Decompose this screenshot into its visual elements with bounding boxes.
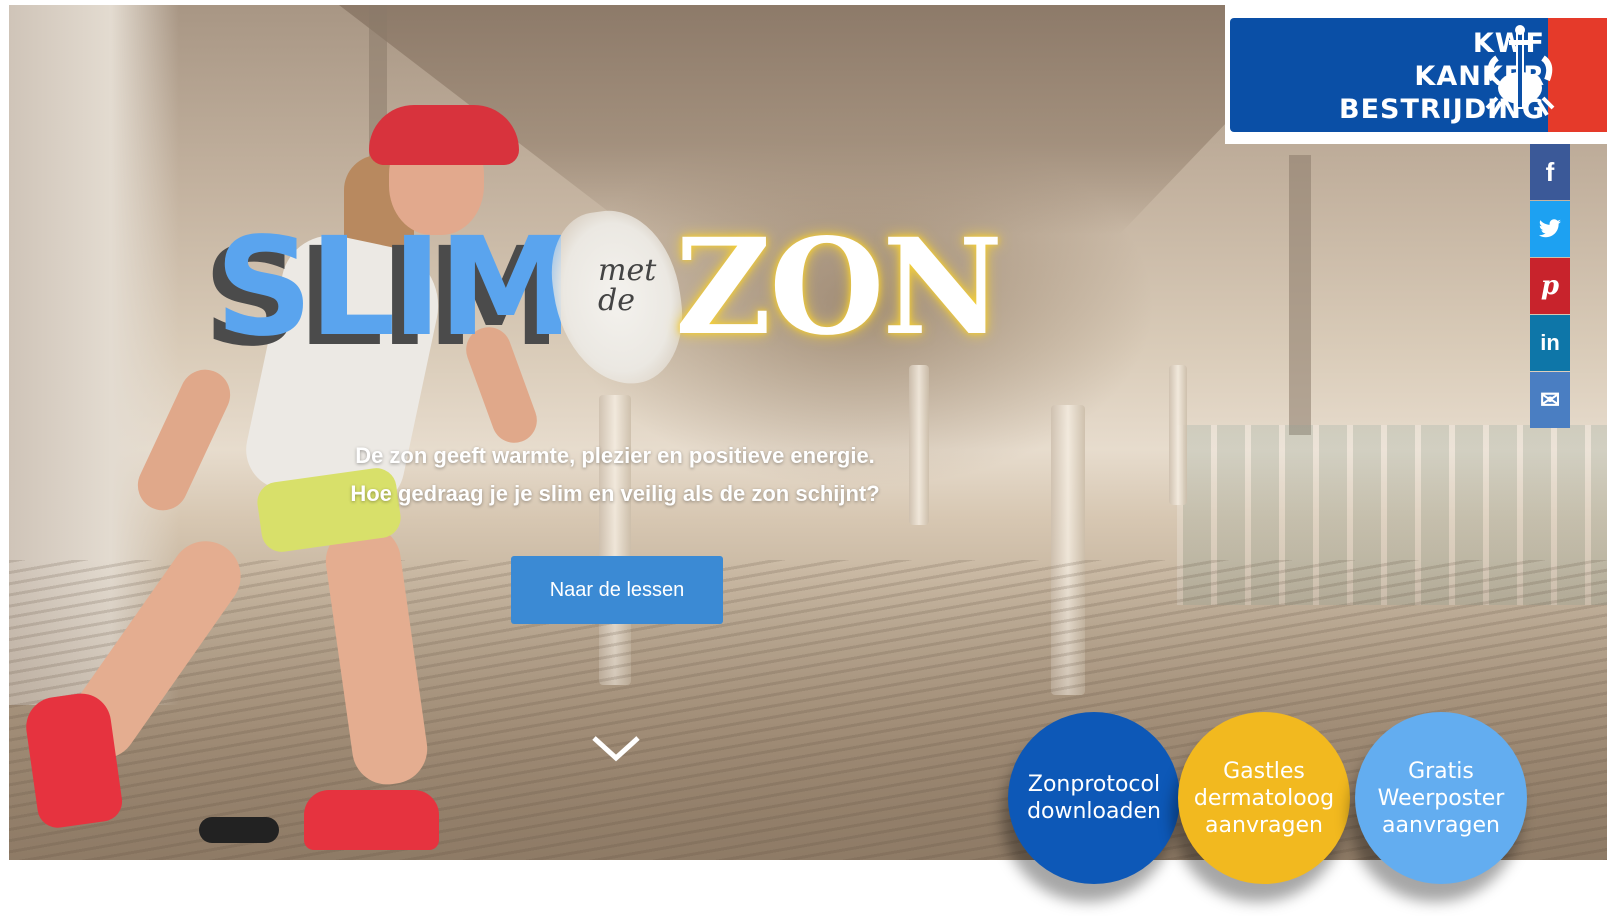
crab-sword-emblem-icon [1485, 25, 1555, 117]
circle-label-line: downloaden [1027, 799, 1161, 824]
email-icon[interactable]: ✉ [1530, 372, 1570, 428]
weather-poster-request-button[interactable]: Gratis Weerposter aanvragen [1355, 712, 1527, 884]
lessons-button[interactable]: Naar de lessen [511, 556, 723, 624]
facebook-icon[interactable]: f [1530, 144, 1570, 200]
hero-subtitle: De zon geeft warmte, plezier en positiev… [310, 437, 920, 513]
guest-lesson-dermatologist-button[interactable]: Gastles dermatoloog aanvragen [1178, 712, 1350, 884]
logo-red-field [1548, 18, 1607, 132]
zonprotocol-download-button[interactable]: Zonprotocol downloaden [1008, 712, 1180, 884]
subtitle-line: Hoe gedraag je je slim en veilig als de … [350, 481, 880, 506]
circle-label-line: dermatoloog [1193, 785, 1335, 811]
share-bar: f p in ✉ [1530, 144, 1570, 429]
circle-label-line: Weerposter [1377, 785, 1505, 811]
twitter-bird-icon [1538, 219, 1561, 238]
circle-label-line: aanvragen [1205, 812, 1323, 838]
circle-label: Zonprotocol downloaden [1027, 771, 1161, 825]
circle-label-line: Zonprotocol [1027, 772, 1161, 797]
circle-label: Gastles dermatoloog aanvragen [1194, 758, 1334, 839]
kwf-logo[interactable]: KWF KANKER BESTRIJDING [1225, 5, 1607, 144]
circle-label-line: Gratis [1408, 758, 1474, 784]
linkedin-icon[interactable]: in [1530, 315, 1570, 371]
background-beam [1289, 155, 1311, 435]
circle-label: Gratis Weerposter aanvragen [1378, 758, 1505, 839]
background-pillar [1169, 365, 1187, 505]
circle-label-line: Gastles [1223, 758, 1305, 784]
title-zon: ZON [675, 210, 1003, 365]
twitter-icon[interactable] [1530, 201, 1570, 257]
chevron-down-icon[interactable] [590, 730, 642, 764]
pinterest-icon[interactable]: p [1530, 258, 1570, 314]
subtitle-line: De zon geeft warmte, plezier en positiev… [355, 443, 875, 468]
circle-label-line: aanvragen [1382, 812, 1500, 838]
title-slim: SLIM [215, 209, 574, 367]
